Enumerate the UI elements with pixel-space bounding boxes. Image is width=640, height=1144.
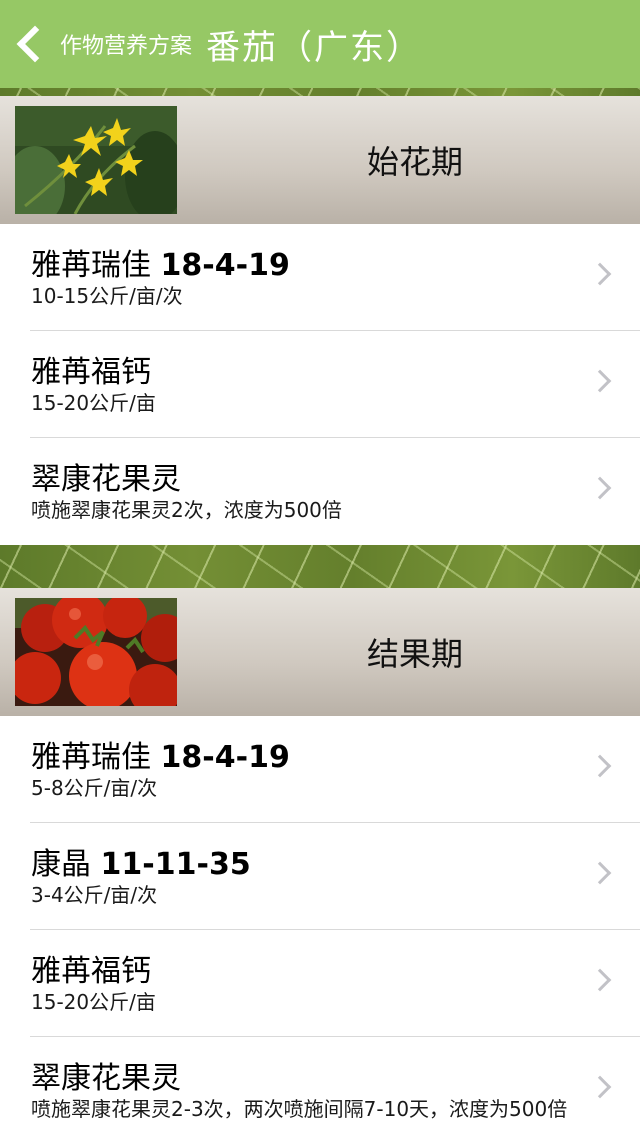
tomato-fruit-photo-icon bbox=[15, 598, 177, 706]
stage-title: 结果期 bbox=[366, 635, 463, 673]
chevron-right-icon bbox=[588, 754, 612, 778]
item-title: 翠康花果灵 bbox=[31, 1061, 181, 1096]
list-item[interactable]: 雅苒福钙 15-20公斤/亩 bbox=[0, 930, 640, 1037]
leaf-texture-band bbox=[0, 88, 640, 96]
chevron-right-icon bbox=[588, 262, 612, 286]
item-dosage: 3-4公斤/亩/次 bbox=[31, 883, 158, 907]
stage-2-product-list: 雅苒瑞佳 18-4-19 5-8公斤/亩/次 康晶 11-11-35 3-4公斤… bbox=[0, 716, 640, 1144]
nav-bar: 作物营养方案 番茄（广东） bbox=[0, 0, 640, 88]
item-title: 康晶 11-11-35 bbox=[31, 847, 251, 882]
item-dosage: 喷施翠康花果灵2次，浓度为500倍 bbox=[31, 498, 342, 522]
item-title: 雅苒瑞佳 18-4-19 bbox=[31, 248, 290, 283]
list-item[interactable]: 雅苒瑞佳 18-4-19 5-8公斤/亩/次 bbox=[0, 716, 640, 823]
stage-1-product-list: 雅苒瑞佳 18-4-19 10-15公斤/亩/次 雅苒福钙 15-20公斤/亩 … bbox=[0, 224, 640, 545]
list-item[interactable]: 翠康花果灵 喷施翠康花果灵2次，浓度为500倍 bbox=[0, 438, 640, 545]
item-title: 雅苒瑞佳 18-4-19 bbox=[31, 740, 290, 775]
list-item[interactable]: 雅苒瑞佳 18-4-19 10-15公斤/亩/次 bbox=[0, 224, 640, 331]
item-dosage: 15-20公斤/亩 bbox=[31, 391, 156, 415]
item-dosage: 15-20公斤/亩 bbox=[31, 990, 156, 1014]
item-title: 翠康花果灵 bbox=[31, 462, 181, 497]
chevron-right-icon bbox=[588, 861, 612, 885]
back-label: 作物营养方案 bbox=[60, 34, 193, 59]
list-item[interactable]: 雅苒福钙 15-20公斤/亩 bbox=[0, 331, 640, 438]
back-button[interactable]: 作物营养方案 bbox=[0, 0, 192, 88]
back-chevron-icon bbox=[16, 25, 54, 63]
chevron-right-icon bbox=[588, 369, 612, 393]
item-dosage: 喷施翠康花果灵2-3次，两次喷施间隔7-10天，浓度为500倍 bbox=[31, 1097, 568, 1121]
tomato-flower-photo-icon bbox=[15, 106, 177, 214]
chevron-right-icon bbox=[588, 476, 612, 500]
stage-header-flowering: 始花期 bbox=[0, 96, 640, 224]
item-dosage: 5-8公斤/亩/次 bbox=[31, 776, 158, 800]
page-title: 番茄（广东） bbox=[206, 27, 423, 68]
stage-header-fruiting: 结果期 bbox=[0, 588, 640, 716]
stage-title: 始花期 bbox=[366, 143, 463, 181]
item-dosage: 10-15公斤/亩/次 bbox=[31, 284, 183, 308]
leaf-texture-band bbox=[0, 545, 640, 588]
item-title: 雅苒福钙 bbox=[31, 954, 151, 989]
item-title: 雅苒福钙 bbox=[31, 355, 151, 390]
list-item[interactable]: 康晶 11-11-35 3-4公斤/亩/次 bbox=[0, 823, 640, 930]
list-item[interactable]: 翠康花果灵 喷施翠康花果灵2-3次，两次喷施间隔7-10天，浓度为500倍 bbox=[0, 1037, 640, 1144]
chevron-right-icon bbox=[588, 1075, 612, 1099]
chevron-right-icon bbox=[588, 968, 612, 992]
